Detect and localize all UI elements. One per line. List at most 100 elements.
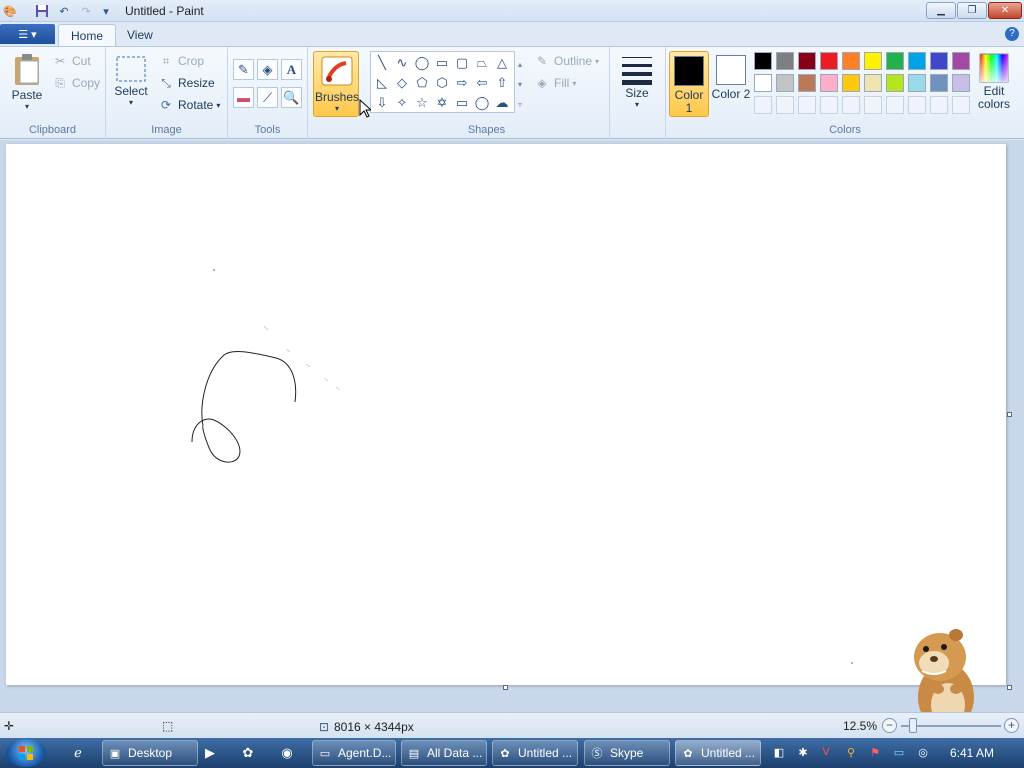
- tab-view[interactable]: View: [115, 24, 165, 46]
- palette-swatch[interactable]: [952, 74, 970, 92]
- undo-icon[interactable]: ↶: [56, 3, 72, 19]
- diamond-shape-icon[interactable]: ◇: [393, 74, 411, 92]
- zoom-in-button[interactable]: +: [1004, 718, 1019, 733]
- save-icon[interactable]: [34, 3, 50, 19]
- internet-explorer-icon[interactable]: ℯ: [68, 743, 88, 763]
- chrome-icon[interactable]: ◉: [277, 743, 297, 763]
- palette-swatch[interactable]: [930, 74, 948, 92]
- cut-button[interactable]: ✂ Cut: [52, 53, 91, 69]
- line-shape-icon[interactable]: ╲: [373, 54, 391, 72]
- palette-empty-swatch[interactable]: [864, 96, 882, 114]
- taskbar-item-agent[interactable]: ▭ Agent.D...: [312, 740, 396, 766]
- palette-swatch[interactable]: [886, 52, 904, 70]
- down-arrow-shape-icon[interactable]: ⇩: [373, 94, 391, 112]
- taskbar-item-skype[interactable]: Ⓢ Skype: [584, 740, 670, 766]
- shapes-scroll-icon[interactable]: ▴ ▾ ▿: [515, 55, 525, 115]
- palette-swatch[interactable]: [908, 74, 926, 92]
- redo-icon[interactable]: ↷: [78, 3, 94, 19]
- palette-empty-swatch[interactable]: [952, 96, 970, 114]
- palette-empty-swatch[interactable]: [908, 96, 926, 114]
- minimize-button[interactable]: ▁: [926, 2, 956, 19]
- paint-app-icon[interactable]: 🎨: [2, 3, 18, 19]
- palette-swatch[interactable]: [754, 74, 772, 92]
- maximize-button[interactable]: ❐: [957, 2, 987, 19]
- palette-swatch[interactable]: [930, 52, 948, 70]
- right-triangle-shape-icon[interactable]: ◺: [373, 74, 391, 92]
- palette-swatch[interactable]: [952, 52, 970, 70]
- taskbar-item-untitled-2[interactable]: ✿ Untitled ...: [675, 740, 761, 766]
- left-arrow-shape-icon[interactable]: ⇦: [473, 74, 491, 92]
- palette-empty-swatch[interactable]: [886, 96, 904, 114]
- palette-swatch[interactable]: [886, 74, 904, 92]
- rotate-button[interactable]: ⟳ Rotate ▾: [158, 97, 220, 113]
- color-picker-icon[interactable]: ⟋: [257, 87, 278, 108]
- copy-button[interactable]: ⎘ Copy: [52, 75, 100, 91]
- pencil-icon[interactable]: ✎: [233, 59, 254, 80]
- eraser-icon[interactable]: ▬: [233, 87, 254, 108]
- pentagon-shape-icon[interactable]: ⬠: [413, 74, 431, 92]
- tray-tool-icon[interactable]: ✱: [795, 744, 811, 760]
- palette-swatch[interactable]: [754, 52, 772, 70]
- fill-bucket-icon[interactable]: ◈: [257, 59, 278, 80]
- size-button[interactable]: Size ▾: [618, 53, 656, 109]
- tab-home[interactable]: Home: [58, 24, 117, 46]
- oval-shape-icon[interactable]: ◯: [413, 54, 431, 72]
- palette-swatch[interactable]: [798, 52, 816, 70]
- paint-taskbar-icon[interactable]: ✿: [238, 743, 258, 763]
- palette-swatch[interactable]: [820, 74, 838, 92]
- outline-button[interactable]: ✎ Outline ▾: [534, 53, 599, 69]
- palette-swatch[interactable]: [864, 52, 882, 70]
- magnifier-icon[interactable]: 🔍: [281, 87, 302, 108]
- taskbar-item-desktop[interactable]: ▣ Desktop: [102, 740, 198, 766]
- palette-swatch[interactable]: [908, 52, 926, 70]
- polygon-shape-icon[interactable]: ⏢: [473, 54, 491, 72]
- close-button[interactable]: ✕: [988, 2, 1022, 19]
- taskbar-item-untitled-1[interactable]: ✿ Untitled ...: [492, 740, 578, 766]
- palette-swatch[interactable]: [864, 74, 882, 92]
- right-arrow-shape-icon[interactable]: ⇨: [453, 74, 471, 92]
- oval-callout-shape-icon[interactable]: ◯: [473, 94, 491, 112]
- rectangle-shape-icon[interactable]: ▭: [433, 54, 451, 72]
- palette-swatch[interactable]: [820, 52, 838, 70]
- paint-menu-button[interactable]: ☰ ▾: [0, 24, 55, 44]
- four-point-star-shape-icon[interactable]: ✧: [393, 94, 411, 112]
- taskbar-item-all-data[interactable]: ▤ All Data ...: [401, 740, 487, 766]
- select-button[interactable]: Select ▾: [114, 55, 148, 107]
- rounded-rectangle-shape-icon[interactable]: ▢: [453, 54, 471, 72]
- six-point-star-shape-icon[interactable]: ✡: [433, 94, 451, 112]
- media-player-icon[interactable]: ▶: [200, 743, 220, 763]
- text-tool-icon[interactable]: A: [281, 59, 302, 80]
- color2-button[interactable]: Color 2: [711, 51, 751, 117]
- brushes-button[interactable]: Brushes ▾: [313, 51, 359, 117]
- color1-button[interactable]: Color 1: [669, 51, 709, 117]
- cloud-callout-shape-icon[interactable]: ☁: [493, 94, 511, 112]
- palette-empty-swatch[interactable]: [798, 96, 816, 114]
- tray-search-icon[interactable]: ⚲: [843, 744, 859, 760]
- up-arrow-shape-icon[interactable]: ⇧: [493, 74, 511, 92]
- tray-app-icon[interactable]: ◧: [771, 744, 787, 760]
- edit-colors-button[interactable]: Edit colors: [975, 53, 1013, 111]
- palette-empty-swatch[interactable]: [930, 96, 948, 114]
- crop-button[interactable]: ⌗ Crop: [158, 53, 204, 69]
- tray-webcam-icon[interactable]: ◎: [915, 744, 931, 760]
- palette-empty-swatch[interactable]: [776, 96, 794, 114]
- tray-flag-icon[interactable]: ⚑: [867, 744, 883, 760]
- fill-button[interactable]: ◈ Fill ▾: [534, 75, 576, 91]
- hexagon-shape-icon[interactable]: ⬡: [433, 74, 451, 92]
- zoom-out-button[interactable]: −: [882, 718, 897, 733]
- customize-quick-access-icon[interactable]: ▾: [98, 3, 114, 19]
- paste-button[interactable]: Paste ▾: [8, 53, 46, 111]
- canvas-resize-handle-bottom[interactable]: [503, 685, 508, 690]
- five-point-star-shape-icon[interactable]: ☆: [413, 94, 431, 112]
- canvas-resize-handle-corner[interactable]: [1007, 685, 1012, 690]
- palette-swatch[interactable]: [776, 74, 794, 92]
- resize-button[interactable]: ⤡ Resize: [158, 75, 215, 91]
- tray-screen-icon[interactable]: ▭: [891, 744, 907, 760]
- palette-swatch[interactable]: [842, 74, 860, 92]
- curve-shape-icon[interactable]: ∿: [393, 54, 411, 72]
- palette-empty-swatch[interactable]: [842, 96, 860, 114]
- canvas-resize-handle-right[interactable]: [1007, 412, 1012, 417]
- rounded-callout-shape-icon[interactable]: ▭: [453, 94, 471, 112]
- palette-empty-swatch[interactable]: [754, 96, 772, 114]
- palette-swatch[interactable]: [798, 74, 816, 92]
